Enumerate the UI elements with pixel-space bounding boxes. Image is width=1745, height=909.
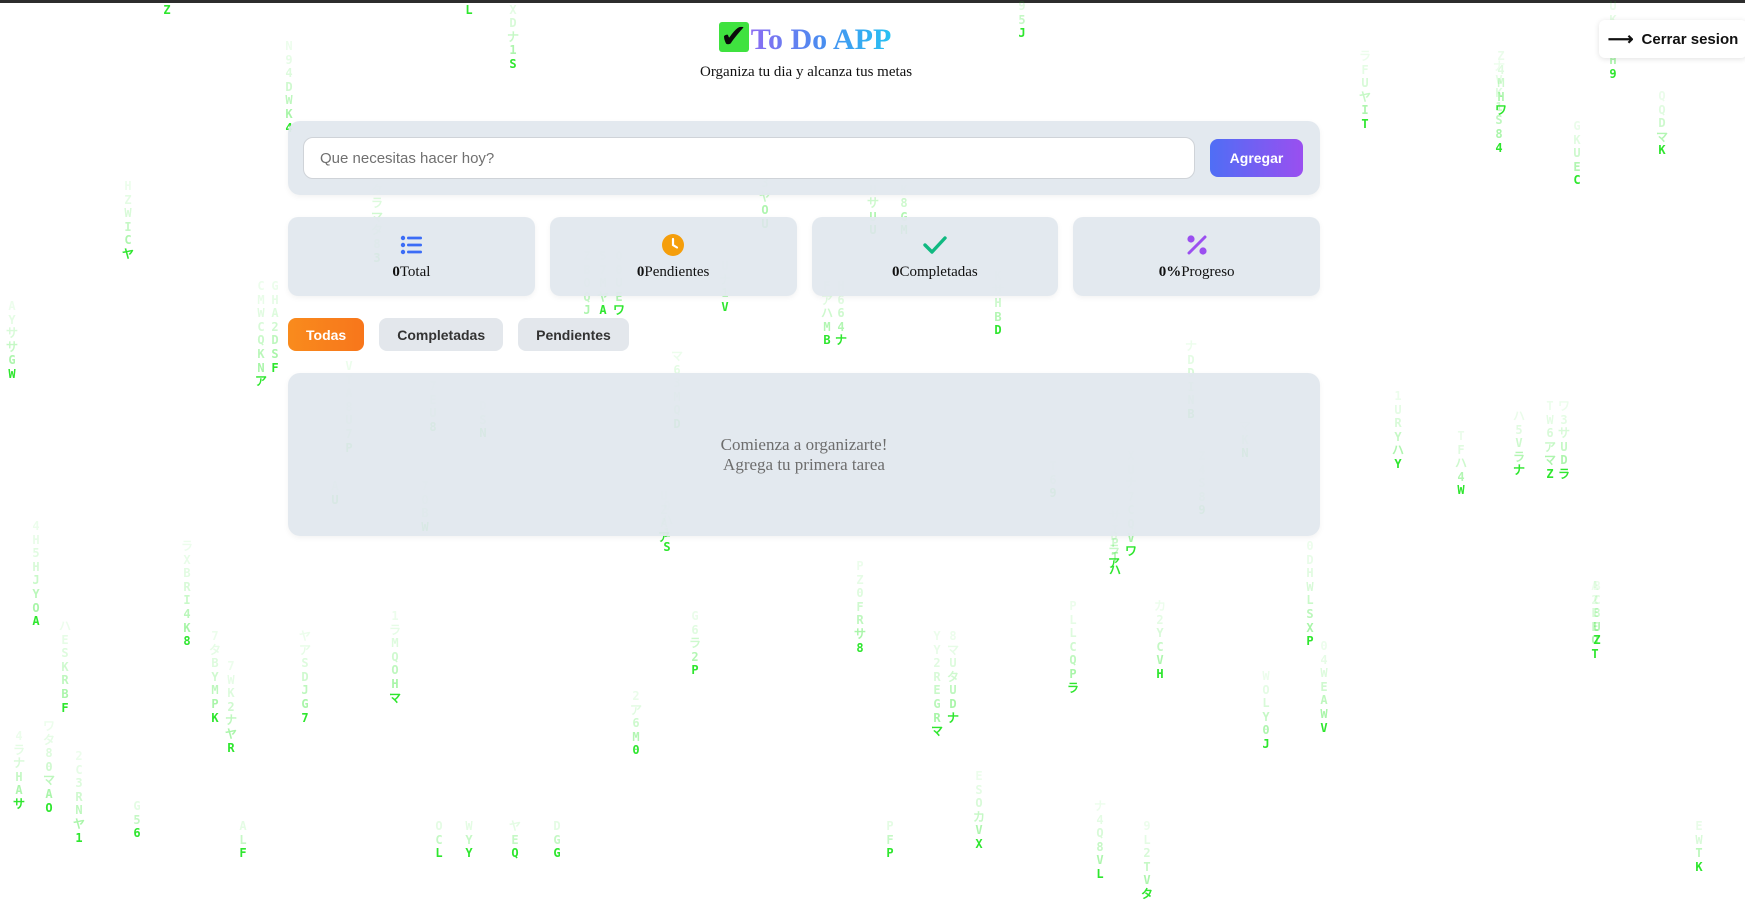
top-border (0, 0, 1745, 3)
arrow-right-icon: ⟶ (1607, 29, 1634, 49)
empty-state-subtitle: Agrega tu primera tarea (723, 454, 885, 474)
matrix-rain-column: ハ5Vラナ (1512, 409, 1525, 478)
clock-icon (660, 232, 686, 258)
matrix-rain-column: ナVK1S84 (1492, 59, 1505, 155)
matrix-rain-column: PLLCQPラ (1066, 599, 1079, 695)
matrix-rain-column: WOLY0J (1262, 669, 1270, 751)
filter-completed-button[interactable]: Completadas (379, 318, 504, 351)
matrix-rain-column: ヤアSDJG7 (298, 629, 311, 725)
stat-total-label: Total (399, 264, 431, 280)
list-icon (398, 232, 424, 258)
matrix-rain-column: 7タBYMPK (208, 629, 221, 725)
matrix-rain-column: HZWICヤ (121, 179, 134, 261)
stat-card-total: 0Total (288, 217, 535, 296)
matrix-rain-column: UXDナ1S (506, 0, 519, 71)
matrix-rain-column: 1ラMQOHマ (388, 609, 401, 705)
filter-all-button[interactable]: Todas (288, 318, 365, 351)
matrix-rain-column: ラFUヤIT (1358, 49, 1371, 131)
matrix-rain-column: TFハ4W (1454, 429, 1467, 498)
add-task-panel: Agregar (288, 121, 1320, 195)
matrix-rain-column: ハESKRBF (58, 619, 71, 715)
stat-pending-label: Pendientes (644, 264, 710, 280)
matrix-rain-column: カ2YCVH (1153, 599, 1166, 681)
add-task-button[interactable]: Agregar (1210, 139, 1303, 177)
matrix-rain-column: DGG (553, 819, 561, 861)
title-row: ✔ To Do APP (700, 20, 910, 60)
matrix-rain-column: PZ0FRサ8 (853, 559, 866, 655)
matrix-rain-column: ラXBRI4K8 (180, 539, 193, 649)
logout-button[interactable]: ⟶ Cerrar sesion (1599, 20, 1745, 58)
main-container: Agregar 0Total 0Pendientes (288, 121, 1320, 536)
matrix-rain-column: 7WK2ナヤR (224, 659, 237, 755)
matrix-rain-column: 2C3RNヤ1 (72, 749, 85, 845)
check-icon (922, 232, 948, 258)
filter-pending-button[interactable]: Pendientes (518, 318, 629, 351)
matrix-rain-column: YY2REGRマ (930, 629, 943, 739)
matrix-rain-column: CMWCQKNア (254, 279, 267, 389)
matrix-rain-column: 1URYハY (1391, 389, 1404, 471)
matrix-rain-column: 4H5HJYOA (32, 519, 40, 629)
matrix-rain-column: 8マUタUDナ (946, 629, 959, 725)
matrix-rain-column: 9L2TVタ (1140, 819, 1153, 901)
matrix-rain-column: 95J (1018, 0, 1026, 41)
matrix-rain-column: ワ3サUDラ (1557, 399, 1570, 481)
empty-task-list: Comienza a organizarte! Agrega tu primer… (288, 373, 1320, 536)
matrix-rain-column: G56 (133, 799, 141, 841)
stat-completed-label: Completadas (899, 264, 978, 280)
app-title: To Do APP (750, 23, 892, 56)
matrix-rain-column: 4ラナHAサ (12, 729, 25, 811)
matrix-rain-column: G6ラ2P (688, 609, 701, 678)
matrix-rain-column: BC8UZ (1593, 579, 1601, 648)
matrix-rain-column: EWTK (1695, 819, 1703, 874)
matrix-rain-column: ワタ80マAO (42, 719, 55, 815)
matrix-rain-column: OCL (435, 819, 443, 861)
stat-progress-label: Progreso (1181, 264, 1235, 280)
filter-tabs: Todas Completadas Pendientes (288, 318, 1320, 351)
stats-row: 0Total 0Pendientes 0Completadas 0%Progre… (288, 217, 1320, 296)
matrix-rain-column: ESOカVX (972, 769, 985, 851)
matrix-rain-column: 0DHWLSXP (1306, 539, 1314, 649)
empty-state-title: Comienza a organizarte! (720, 434, 888, 454)
check-mark-icon: ✔ (718, 17, 749, 55)
logout-label: Cerrar sesion (1641, 30, 1739, 48)
matrix-rain-column: WYY (465, 819, 473, 861)
percent-icon (1184, 232, 1210, 258)
app-header: ✔ To Do APP Organiza tu dia y alcanza tu… (700, 20, 913, 81)
matrix-rain-column: GHA2DSF (271, 279, 279, 375)
matrix-rain-column: QQDマK (1655, 89, 1668, 158)
matrix-rain-column: PFP (886, 819, 894, 861)
stat-card-pending: 0Pendientes (549, 217, 797, 296)
stat-card-progress: 0%Progreso (1073, 217, 1320, 296)
matrix-rain-column: Dラア (1107, 529, 1120, 571)
matrix-rain-column: 2ア6M0 (629, 689, 642, 758)
task-input[interactable] (303, 137, 1195, 179)
matrix-rain-column: AYササGW (5, 299, 18, 381)
stat-progress-value: 0% (1158, 264, 1182, 280)
matrix-rain-column: 04WEAWV (1320, 639, 1328, 735)
matrix-rain-column: A2EEOT (1591, 579, 1599, 661)
matrix-rain-column: Z4MHワ (1494, 49, 1507, 118)
stat-total-value: 0 (392, 264, 400, 280)
matrix-rain-column: TW6アマZ (1543, 399, 1556, 481)
matrix-rain-column: ALF (239, 819, 247, 861)
app-subtitle: Organiza tu dia y alcanza tus metas (700, 64, 913, 80)
matrix-rain-column: GKUEC (1573, 119, 1581, 188)
matrix-rain-column: ヤEQ (508, 819, 521, 861)
stat-card-completed: 0Completadas (811, 217, 1059, 296)
matrix-rain-column: ナ4Q8VL (1093, 799, 1106, 881)
